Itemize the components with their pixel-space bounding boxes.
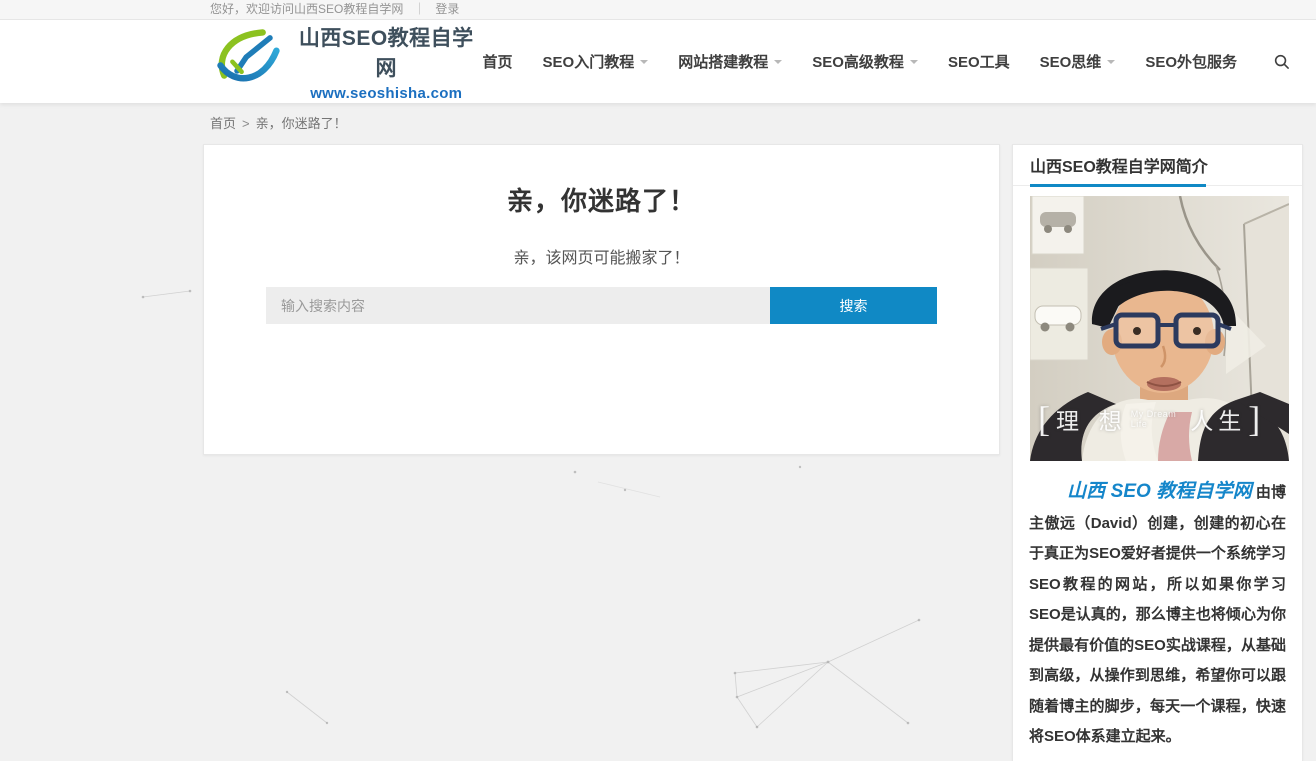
nav-item-seo-thinking[interactable]: SEO思维 bbox=[1040, 51, 1116, 72]
nav-search-icon[interactable] bbox=[1273, 53, 1290, 70]
nav-item-seo-advanced[interactable]: SEO高级教程 bbox=[812, 51, 918, 72]
author-photo: [ 理 想 My Dream Life 人生 ] bbox=[1030, 196, 1289, 461]
sidebar-widget-header: 山西SEO教程自学网简介 bbox=[1013, 145, 1302, 186]
site-intro-link[interactable]: 山西 SEO 教程自学网 bbox=[1067, 481, 1256, 502]
nav-item-home[interactable]: 首页 bbox=[483, 51, 513, 72]
chevron-down-icon bbox=[910, 60, 918, 68]
page-title-404: 亲，你迷路了！ bbox=[204, 145, 999, 218]
topbar-separator: ｜ bbox=[413, 2, 425, 16]
chevron-down-icon bbox=[640, 60, 648, 68]
site-logo[interactable]: 山西SEO教程自学网 www.seoshisha.com bbox=[215, 22, 483, 102]
not-found-card: 亲，你迷路了！ 亲，该网页可能搬家了！ 搜索 bbox=[203, 144, 1000, 455]
breadcrumb-current: 亲，你迷路了！ bbox=[256, 116, 347, 131]
site-logo-text: 山西SEO教程自学网 www.seoshisha.com bbox=[290, 22, 483, 102]
nav-item-seo-tools[interactable]: SEO工具 bbox=[948, 51, 1010, 72]
nav-item-seo-beginner[interactable]: SEO入门教程 bbox=[543, 51, 649, 72]
main-nav: 首页 SEO入门教程 网站搭建教程 SEO高级教程 SEO工具 SEO思维 bbox=[483, 51, 1290, 72]
search-button[interactable]: 搜索 bbox=[770, 287, 937, 324]
sidebar-intro-widget: 山西SEO教程自学网简介 bbox=[1012, 144, 1303, 761]
site-header: 山西SEO教程自学网 www.seoshisha.com 首页 SEO入门教程 … bbox=[0, 20, 1316, 103]
breadcrumb-home-link[interactable]: 首页 bbox=[210, 116, 236, 131]
breadcrumb-separator: > bbox=[242, 116, 250, 131]
page: 您好，欢迎访问山西SEO教程自学网 ｜ 登录 山西SEO教程自学网 bbox=[0, 0, 1316, 761]
chevron-down-icon bbox=[774, 60, 782, 68]
nav-item-seo-outsourcing[interactable]: SEO外包服务 bbox=[1145, 51, 1237, 72]
site-url: www.seoshisha.com bbox=[290, 85, 483, 102]
login-link[interactable]: 登录 bbox=[435, 2, 459, 16]
site-intro-paragraph: 山西 SEO 教程自学网由博主傲远（David）创建，创建的初心在于真正为SEO… bbox=[1013, 477, 1302, 753]
content-area: 首页 > 亲，你迷路了！ 亲，你迷路了！ 亲，该网页可能搬家了！ 搜索 山西SEO教… bbox=[0, 103, 1316, 761]
search-form: 搜索 bbox=[266, 287, 937, 324]
sidebar-title: 山西SEO教程自学网简介 bbox=[1030, 153, 1208, 177]
sidebar-title-underline bbox=[1030, 184, 1206, 187]
page-subtitle-404: 亲，该网页可能搬家了！ bbox=[204, 244, 999, 268]
site-logo-icon bbox=[215, 29, 281, 94]
site-intro-text: 由博主傲远（David）创建，创建的初心在于真正为SEO爱好者提供一个系统学习S… bbox=[1029, 484, 1286, 745]
search-input[interactable] bbox=[266, 287, 770, 324]
topbar: 您好，欢迎访问山西SEO教程自学网 ｜ 登录 bbox=[0, 0, 1316, 20]
site-title: 山西SEO教程自学网 bbox=[290, 22, 483, 82]
breadcrumb: 首页 > 亲，你迷路了！ bbox=[210, 113, 347, 132]
topbar-welcome-text: 您好，欢迎访问山西SEO教程自学网 bbox=[210, 2, 403, 16]
chevron-down-icon bbox=[1107, 60, 1115, 68]
nav-item-site-building[interactable]: 网站搭建教程 bbox=[678, 51, 782, 72]
